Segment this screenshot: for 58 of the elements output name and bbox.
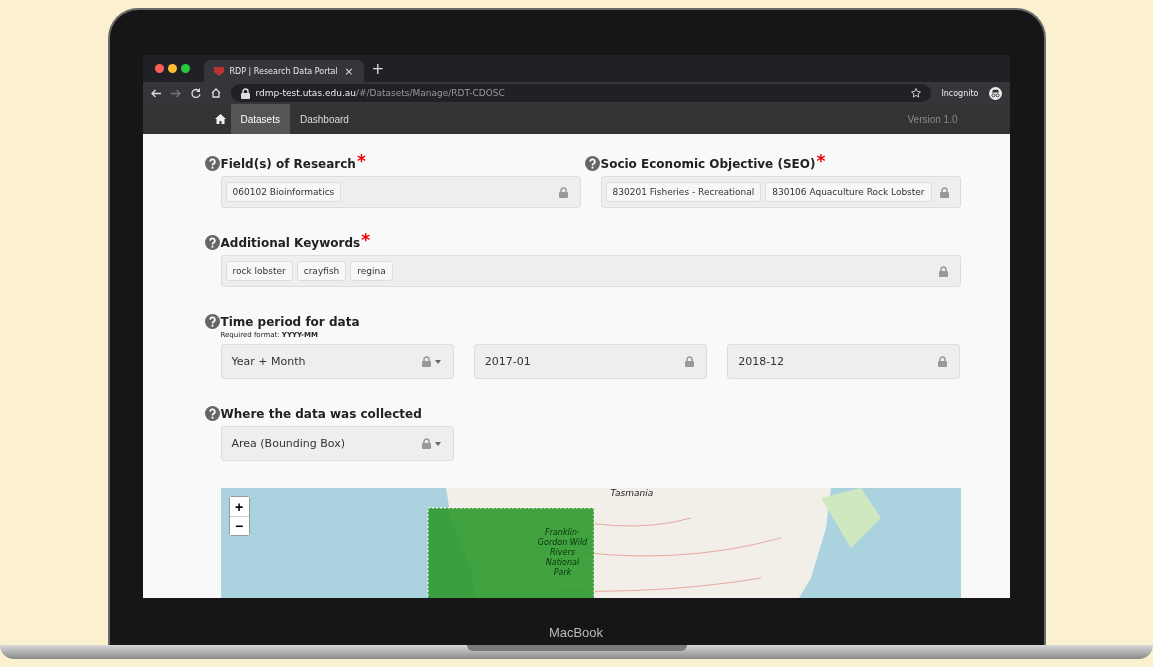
map-label: Franklin-Gordon Wild Rivers National Park	[536, 528, 589, 578]
required-mark: *	[356, 156, 366, 166]
lock-icon	[939, 186, 949, 198]
dropdown-field[interactable]: Area (Bounding Box)	[220, 426, 454, 461]
help-icon[interactable]	[204, 235, 220, 250]
caret-icon	[434, 359, 441, 364]
new-tab-button[interactable]: +	[371, 59, 385, 78]
lock-icon	[685, 356, 695, 367]
help-icon[interactable]	[584, 156, 600, 171]
map-view[interactable]: Tasmania Franklin-Gordon Wild Rivers National Park + −	[220, 488, 961, 598]
tag-chip: 060102 Bioinformatics	[225, 182, 342, 202]
back-icon[interactable]	[150, 88, 161, 98]
field-label: Time period for data	[220, 314, 360, 329]
lock-icon	[558, 186, 568, 198]
lock-icon	[421, 438, 431, 449]
help-icon[interactable]	[204, 314, 220, 329]
tag-chip: regina	[350, 261, 393, 281]
tag-chip: crayfish	[296, 261, 347, 281]
dropdown-field[interactable]: Year + Month	[220, 344, 454, 379]
lock-icon	[240, 87, 250, 99]
help-icon[interactable]	[204, 156, 220, 171]
home-icon[interactable]	[210, 88, 221, 98]
favicon-icon	[213, 66, 224, 76]
home-icon[interactable]	[214, 114, 226, 124]
browser-tab[interactable]: RDP | Research Data Portal ×	[203, 60, 364, 82]
tag-chip: 830201 Fisheries - Recreational	[605, 182, 762, 202]
lock-icon	[421, 356, 431, 367]
lock-icon	[938, 265, 948, 277]
incognito-icon[interactable]	[988, 86, 1002, 100]
lock-icon	[938, 356, 948, 367]
field-label: Where the data was collected	[220, 406, 422, 421]
required-mark: *	[816, 156, 826, 166]
input-field[interactable]: 2018-12	[727, 344, 961, 379]
tag-chip: 830106 Aquaculture Rock Lobster	[765, 182, 932, 202]
caret-icon	[434, 441, 441, 446]
profile-label[interactable]: Incognito	[941, 88, 979, 98]
nav-tab[interactable]: Dashboard	[289, 104, 359, 134]
brand-label: MacBook	[548, 625, 604, 640]
nav-tab[interactable]: Datasets	[230, 104, 290, 134]
zoom-out-button[interactable]: −	[229, 516, 249, 535]
field-label: Field(s) of Research	[220, 156, 356, 171]
tag-field[interactable]: rock lobster crayfish regina	[220, 255, 961, 287]
tag-chip: rock lobster	[225, 261, 293, 281]
input-field[interactable]: 2017-01	[473, 344, 708, 379]
help-icon[interactable]	[204, 406, 220, 421]
bounding-box[interactable]	[427, 507, 594, 598]
star-icon[interactable]	[911, 88, 922, 98]
tag-field[interactable]: 060102 Bioinformatics	[220, 176, 581, 208]
field-label: Socio Economic Objective (SEO)	[600, 156, 816, 171]
forward-icon[interactable]	[170, 88, 181, 98]
field-label: Additional Keywords	[220, 235, 361, 250]
address-bar[interactable]: rdmp-test.utas.edu.au/#/Datasets/Manage/RDT-CDOSC	[230, 84, 932, 102]
map-label: Tasmania	[610, 488, 654, 498]
version-label: Version 1.0	[907, 113, 958, 125]
close-tab-button[interactable]: ×	[344, 64, 354, 78]
tag-field[interactable]: 830201 Fisheries - Recreational 830106 Aquaculture Rock Lobster	[600, 176, 961, 208]
reload-icon[interactable]	[190, 88, 201, 98]
required-mark: *	[361, 235, 371, 245]
